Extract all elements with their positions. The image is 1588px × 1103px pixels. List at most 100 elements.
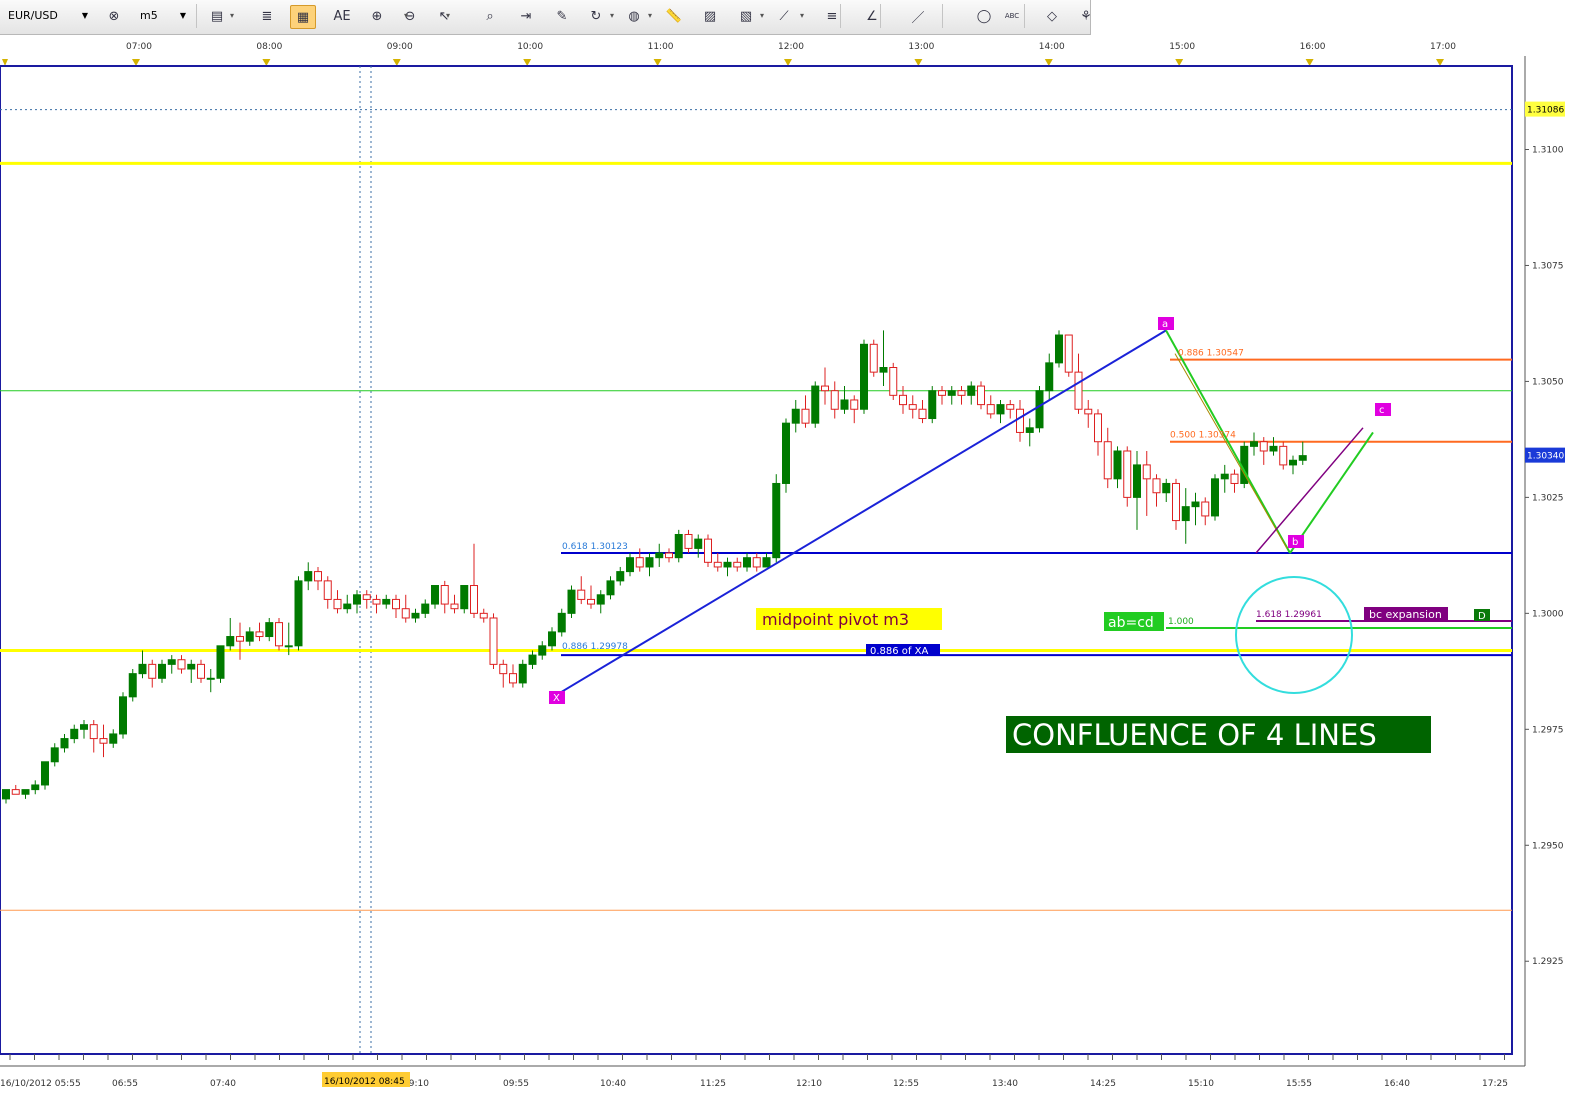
- candle-body: [772, 482, 781, 559]
- top-time-label: 12:00: [778, 42, 804, 52]
- bottom-time-label: 09:55: [503, 1079, 529, 1089]
- bottom-time-label: 13:40: [992, 1079, 1018, 1089]
- candle-body: [353, 594, 361, 605]
- price-label: 1.2950: [1532, 841, 1564, 851]
- candle-body: [1152, 478, 1161, 494]
- candle-body: [314, 571, 322, 582]
- candle-body: [528, 654, 537, 665]
- candle-body: [1172, 482, 1180, 522]
- candle-body: [518, 663, 527, 684]
- time-marker-icon: [784, 59, 792, 66]
- candle-body: [840, 399, 849, 410]
- candle-body: [1162, 482, 1171, 494]
- candle-body: [177, 659, 186, 670]
- candle-body: [304, 571, 313, 582]
- candle-body: [265, 622, 274, 638]
- candle-body: [128, 673, 137, 698]
- crosshair-time-label: 16/10/2012 08:45: [324, 1077, 405, 1087]
- top-time-label: 10:00: [517, 42, 543, 52]
- candle-body: [986, 404, 995, 415]
- time-marker-icon: [1305, 59, 1314, 66]
- candle-body: [294, 580, 303, 647]
- candle-body: [1123, 450, 1132, 498]
- candle-body: [499, 663, 508, 675]
- fib-0500-label: 0.500 1.30374: [1170, 431, 1236, 441]
- candle-body: [245, 631, 254, 642]
- candle-body: [323, 580, 332, 600]
- candle-body: [99, 738, 108, 744]
- candle-body: [752, 557, 761, 568]
- candle-body: [860, 343, 868, 410]
- candle-body: [509, 673, 517, 684]
- candle-body: [606, 580, 615, 596]
- price-label: 1.3075: [1532, 261, 1564, 271]
- midpoint-label: midpoint pivot m3: [762, 610, 909, 629]
- price-label: 1.3000: [1532, 609, 1564, 619]
- candle-body: [333, 598, 342, 610]
- candle-body: [684, 533, 693, 549]
- candle-body: [382, 598, 391, 605]
- candle-body: [206, 677, 215, 680]
- candle-body: [284, 645, 293, 648]
- fib-1618-label: 1.618 1.29961: [1256, 610, 1322, 620]
- candle-body: [957, 390, 966, 396]
- candle-body: [479, 612, 488, 619]
- top-time-label: 16:00: [1300, 42, 1326, 52]
- candle-body: [928, 390, 937, 420]
- candle-body: [362, 594, 371, 600]
- chart-area[interactable]: 07:00 08:00 09:00 10:00 11:00 12:00 13:00 14:00…: [0, 0, 1588, 1103]
- fib-0618-label: 0.618 1.30123: [562, 542, 628, 552]
- candle-body: [1211, 478, 1219, 517]
- candle-body: [148, 663, 157, 679]
- candle-body: [723, 561, 732, 568]
- candle-body: [138, 663, 147, 675]
- price-label: 1.3050: [1532, 377, 1564, 387]
- candle-body: [80, 724, 88, 730]
- candle-body: [440, 585, 449, 605]
- candle-body: [655, 552, 664, 559]
- candle-body: [31, 784, 40, 791]
- candle-body: [1113, 450, 1122, 480]
- candle-body: [460, 585, 469, 610]
- candle-body: [918, 408, 927, 420]
- candle-body: [167, 659, 176, 665]
- candle-body: [967, 385, 976, 396]
- c-point-label: c: [1379, 405, 1385, 416]
- top-time-label: 09:00: [387, 42, 413, 52]
- top-time-label: 11:00: [648, 42, 674, 52]
- candle-body: [947, 390, 956, 396]
- candle-body: [801, 408, 810, 424]
- high-price-label: 1.31086: [1527, 106, 1564, 116]
- candle-body: [1045, 362, 1054, 392]
- candle-body: [548, 631, 556, 647]
- candle-body: [1016, 408, 1024, 433]
- candle-body: [782, 422, 790, 484]
- bottom-time-label: 06:55: [112, 1079, 138, 1089]
- candle-body: [89, 724, 98, 740]
- candle-body: [899, 394, 907, 406]
- candle-body: [197, 663, 205, 679]
- candle-body: [431, 585, 439, 605]
- candle-body: [567, 589, 576, 614]
- bottom-time-label: 15:10: [1188, 1079, 1214, 1089]
- candle-body: [811, 385, 820, 424]
- candle-body: [70, 728, 79, 740]
- price-label: 1.3100: [1532, 145, 1564, 155]
- top-time-label: 07:00: [126, 42, 152, 52]
- price-label: 1.3025: [1532, 493, 1564, 503]
- candle-body: [1250, 441, 1258, 447]
- candle-body: [1035, 390, 1044, 429]
- fib-0886-xa-label: 0.886 1.29978: [562, 642, 628, 652]
- candle-body: [1191, 501, 1200, 508]
- candle-body: [255, 631, 264, 638]
- b-point-label: b: [1292, 537, 1298, 548]
- bottom-time-label: 14:25: [1090, 1079, 1116, 1089]
- candle-body: [1269, 445, 1278, 452]
- candle-body: [1094, 413, 1102, 443]
- confluence-label: CONFLUENCE OF 4 LINES: [1012, 718, 1377, 752]
- xa-label: 0.886 of XA: [870, 646, 928, 657]
- candle-body: [1230, 473, 1239, 484]
- candle-body: [275, 622, 283, 647]
- abcd-label: ab=cd: [1108, 615, 1154, 631]
- candle-body: [1055, 334, 1063, 364]
